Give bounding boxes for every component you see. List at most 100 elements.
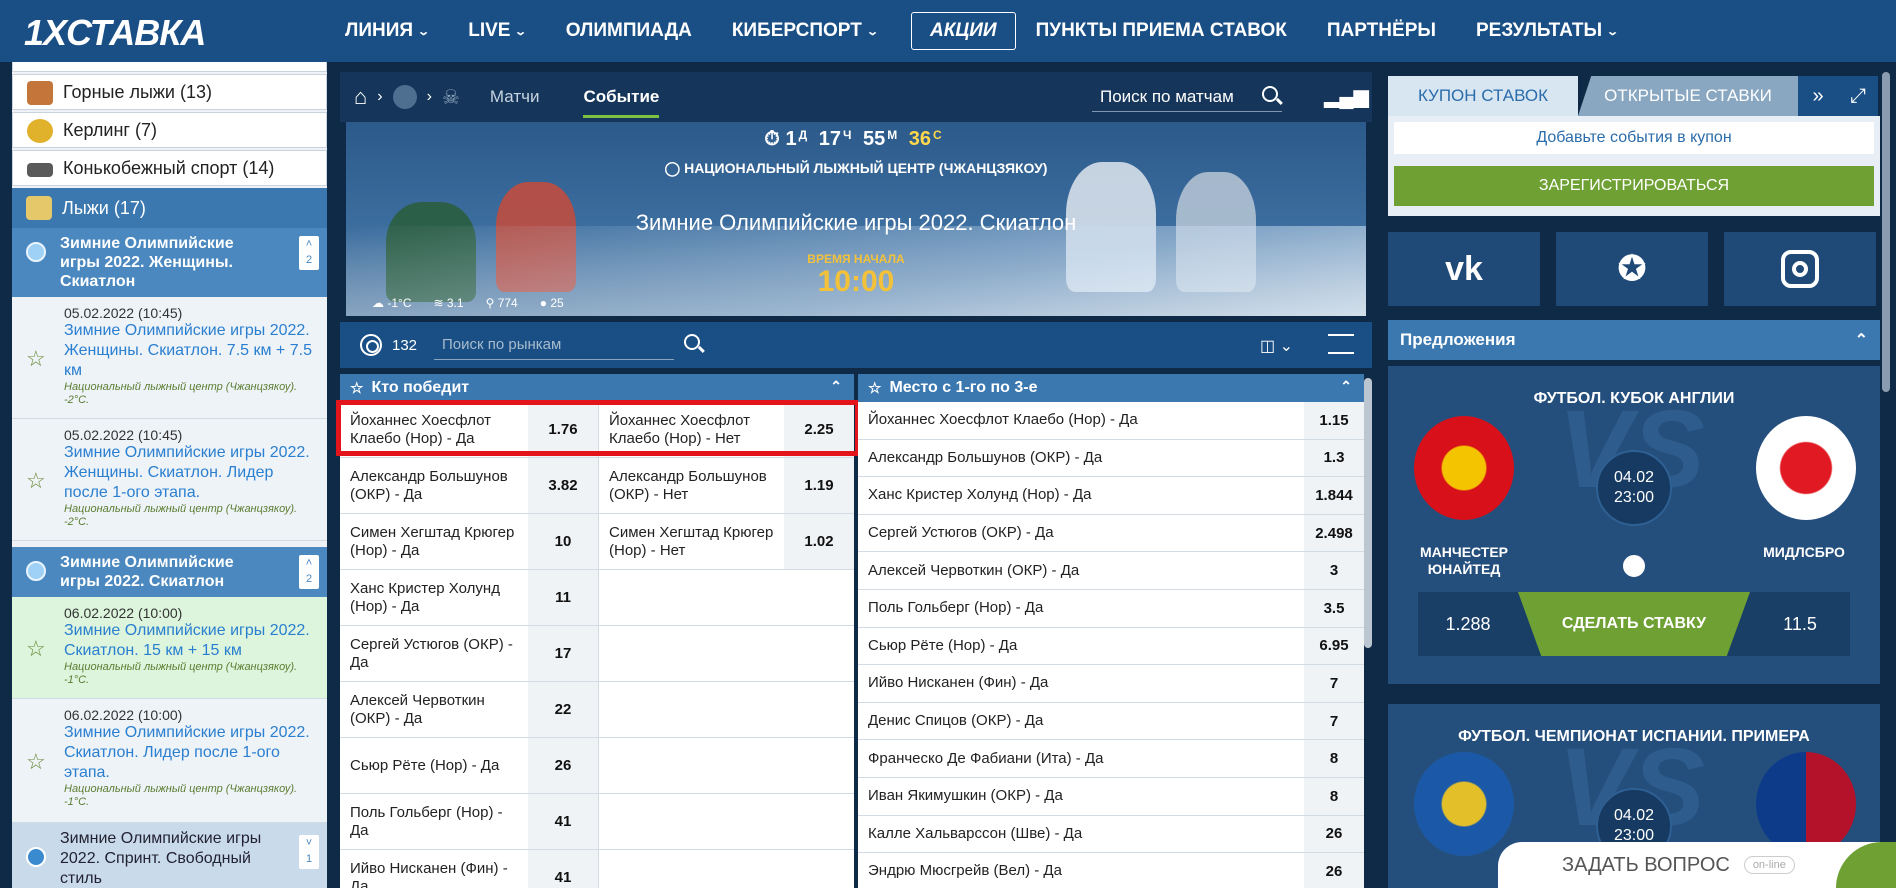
odd-value[interactable] [784, 850, 854, 888]
sidebar-group-sprint[interactable]: Зимние Олимпийские игры 2022. Спринт. Св… [12, 823, 327, 888]
outcome-name[interactable]: Ханс Кристер Холунд (Нор) - Да [858, 477, 1304, 514]
odd-value[interactable]: 3.5 [1304, 589, 1364, 627]
outcome-name[interactable]: Иван Якимушкин (ОКР) - Да [858, 778, 1304, 815]
target-icon[interactable] [360, 334, 382, 356]
collapse-all-icon[interactable] [1328, 334, 1354, 354]
outcome-name[interactable]: Сьюр Рёте (Нор) - Да [858, 628, 1304, 665]
sidebar-item-partial[interactable] [12, 62, 327, 72]
outcome-name[interactable] [598, 626, 784, 681]
odd-value[interactable]: 41 [528, 850, 598, 888]
sidebar-group-skiathlon[interactable]: Зимние Олимпийские игры 2022. Скиатлон ˄ 2 [12, 547, 327, 597]
page-scrollbar[interactable] [1882, 72, 1890, 392]
nav-betting-points[interactable]: ПУНКТЫ ПРИЕМА СТАВОК [1036, 0, 1307, 62]
crumb-matches[interactable]: Матчи [490, 87, 540, 107]
outcome-name[interactable] [598, 570, 784, 625]
double-chevron-right-icon[interactable]: » [1798, 76, 1838, 116]
double-chevron-up-icon[interactable]: ⌃ [1855, 330, 1868, 350]
tab-coupon[interactable]: КУПОН СТАВОК [1388, 76, 1578, 116]
star-icon[interactable]: ☆ [26, 468, 46, 494]
sidebar-item-alpine-skiing[interactable]: Горные лыжи (13) [12, 74, 327, 110]
chat-toggle[interactable] [1836, 842, 1896, 888]
odd-value[interactable]: 26 [1304, 853, 1364, 888]
instagram-icon[interactable] [1724, 232, 1876, 306]
odd-value[interactable]: 1.844 [1304, 477, 1364, 514]
outcome-name[interactable]: Ийво Нисканен (Фин) - Да [858, 665, 1304, 702]
outcome-name[interactable]: Йоханнес Хоесфлот Клаебо (Нор) - Да [858, 402, 1304, 439]
star-icon[interactable]: ☆ [26, 636, 46, 662]
odd-value[interactable] [784, 738, 854, 793]
markets-scrollbar[interactable] [1364, 378, 1372, 648]
outcome-name[interactable] [598, 738, 784, 793]
outcome-name[interactable]: Алексей Червоткин (ОКР) - Да [340, 682, 528, 737]
outcome-name[interactable]: Поль Гольберг (Нор) - Да [340, 794, 528, 849]
outcome-name[interactable]: Сьюр Рёте (Нор) - Да [340, 738, 528, 793]
outcome-name[interactable]: Симен Хегштад Крюгер (Нор) - Да [340, 514, 528, 569]
outcome-name[interactable]: Ханс Кристер Холунд (Нор) - Да [340, 570, 528, 625]
crumb-event[interactable]: Событие [583, 87, 660, 118]
layout-toggle-icon[interactable]: ◫ ⌄ [1260, 336, 1293, 356]
nav-promotions[interactable]: АКЦИИ [911, 12, 1016, 50]
twitter-icon[interactable]: ✪ [1556, 232, 1708, 306]
outcome-name[interactable]: Александр Большунов (ОКР) - Нет [598, 458, 784, 513]
statistics-icon[interactable]: ▂▄▆ [1324, 84, 1369, 109]
star-icon[interactable]: ☆ [350, 379, 363, 397]
outcome-name[interactable]: Сергей Устюгов (ОКР) - Да [340, 626, 528, 681]
outcome-name[interactable]: Александр Большунов (ОКР) - Да [340, 458, 528, 513]
outcome-name[interactable] [598, 850, 784, 888]
sidebar-item-curling[interactable]: Керлинг (7) [12, 112, 327, 148]
odd-away[interactable]: 11.5 [1750, 592, 1850, 656]
nav-results[interactable]: РЕЗУЛЬТАТЫ ⌄ [1456, 0, 1637, 62]
star-icon[interactable]: ☆ [26, 749, 46, 775]
outcome-name[interactable]: Денис Спицов (ОКР) - Да [858, 703, 1304, 740]
match-search-input[interactable]: Поиск по матчам [1092, 82, 1282, 112]
odd-value[interactable]: 7 [1304, 702, 1364, 740]
outcome-name[interactable]: Эндрю Мюсгрейв (Вел) - Да [858, 853, 1304, 888]
sidebar-event-selected[interactable]: ☆ 06.02.2022 (10:00) Зимние Олимпийские иг… [12, 597, 327, 699]
chevron-up-icon[interactable]: ⌃ [1340, 378, 1352, 395]
market-search-input[interactable]: Поиск по рынкам [434, 330, 700, 360]
nav-live[interactable]: LIVE ⌄ [448, 0, 545, 62]
odd-value[interactable]: 8 [1304, 740, 1364, 777]
sport-ball-icon[interactable] [392, 85, 417, 109]
odd-value[interactable] [784, 682, 854, 737]
vk-icon[interactable]: vk [1388, 232, 1540, 306]
sidebar-event[interactable]: ☆ 05.02.2022 (10:45) Зимние Олимпийские иг… [12, 419, 327, 541]
outcome-name[interactable]: Александр Большунов (ОКР) - Да [858, 440, 1304, 477]
register-button[interactable]: ЗАРЕГИСТРИРОВАТЬСЯ [1394, 166, 1874, 206]
sidebar-item-speed-skating[interactable]: Конькобежный спорт (14) [12, 150, 327, 186]
odd-value[interactable]: 1.3 [1304, 439, 1364, 477]
sidebar-group-women-skiathlon[interactable]: Зимние Олимпийские игры 2022. Женщины. С… [12, 228, 327, 297]
odd-value[interactable]: 11 [528, 570, 598, 625]
odd-home[interactable]: 1.288 [1418, 592, 1518, 656]
outcome-name[interactable]: Калле Хальварссон (Шве) - Да [858, 816, 1304, 853]
odd-value[interactable]: 8 [1304, 777, 1364, 815]
odd-value[interactable]: 2.498 [1304, 514, 1364, 552]
outcome-name[interactable] [598, 794, 784, 849]
offers-header[interactable]: Предложения ⌃ [1388, 320, 1880, 360]
expand-icon[interactable]: ⤢ [1838, 76, 1878, 116]
odd-value[interactable]: 1.02 [784, 514, 854, 569]
group-count[interactable]: ˅ 1 [299, 835, 319, 869]
odd-value[interactable]: 6.95 [1304, 627, 1364, 665]
odd-value[interactable]: 17 [528, 626, 598, 681]
nav-line[interactable]: ЛИНИЯ ⌄ [325, 0, 448, 62]
odd-value[interactable] [784, 570, 854, 625]
home-icon[interactable]: ⌂ [354, 84, 367, 110]
outcome-name[interactable]: Сергей Устюгов (ОКР) - Да [858, 515, 1304, 552]
ask-question-widget[interactable]: ЗАДАТЬ ВОПРОС on-line [1498, 842, 1896, 888]
nav-olympics[interactable]: ОЛИМПИАДА [546, 0, 712, 62]
odd-value[interactable] [784, 794, 854, 849]
offer-card[interactable]: VS ФУТБОЛ. КУБОК АНГЛИИ 04.0223:00 МАНЧЕ… [1388, 366, 1880, 684]
odd-value[interactable]: 3.82 [528, 458, 598, 513]
outcome-name[interactable]: Франческо Де Фабиани (Ита) - Да [858, 740, 1304, 777]
market-header-winner[interactable]: ☆ Кто победит ⌃ [340, 374, 854, 402]
site-logo[interactable]: 1XСТАВКА [24, 12, 206, 54]
odd-value[interactable]: 1.15 [1304, 402, 1364, 439]
group-count[interactable]: ˄ 2 [299, 236, 319, 270]
tab-open-bets[interactable]: ОТКРЫТЫЕ СТАВКИ [1578, 76, 1798, 116]
star-icon[interactable]: ☆ [868, 379, 881, 397]
outcome-name[interactable]: Поль Гольберг (Нор) - Да [858, 590, 1304, 627]
odd-value[interactable]: 41 [528, 794, 598, 849]
outcome-name[interactable]: Симен Хегштад Крюгер (Нор) - Нет [598, 514, 784, 569]
market-header-podium[interactable]: ☆ Место с 1-го по 3-е ⌃ [858, 374, 1364, 402]
